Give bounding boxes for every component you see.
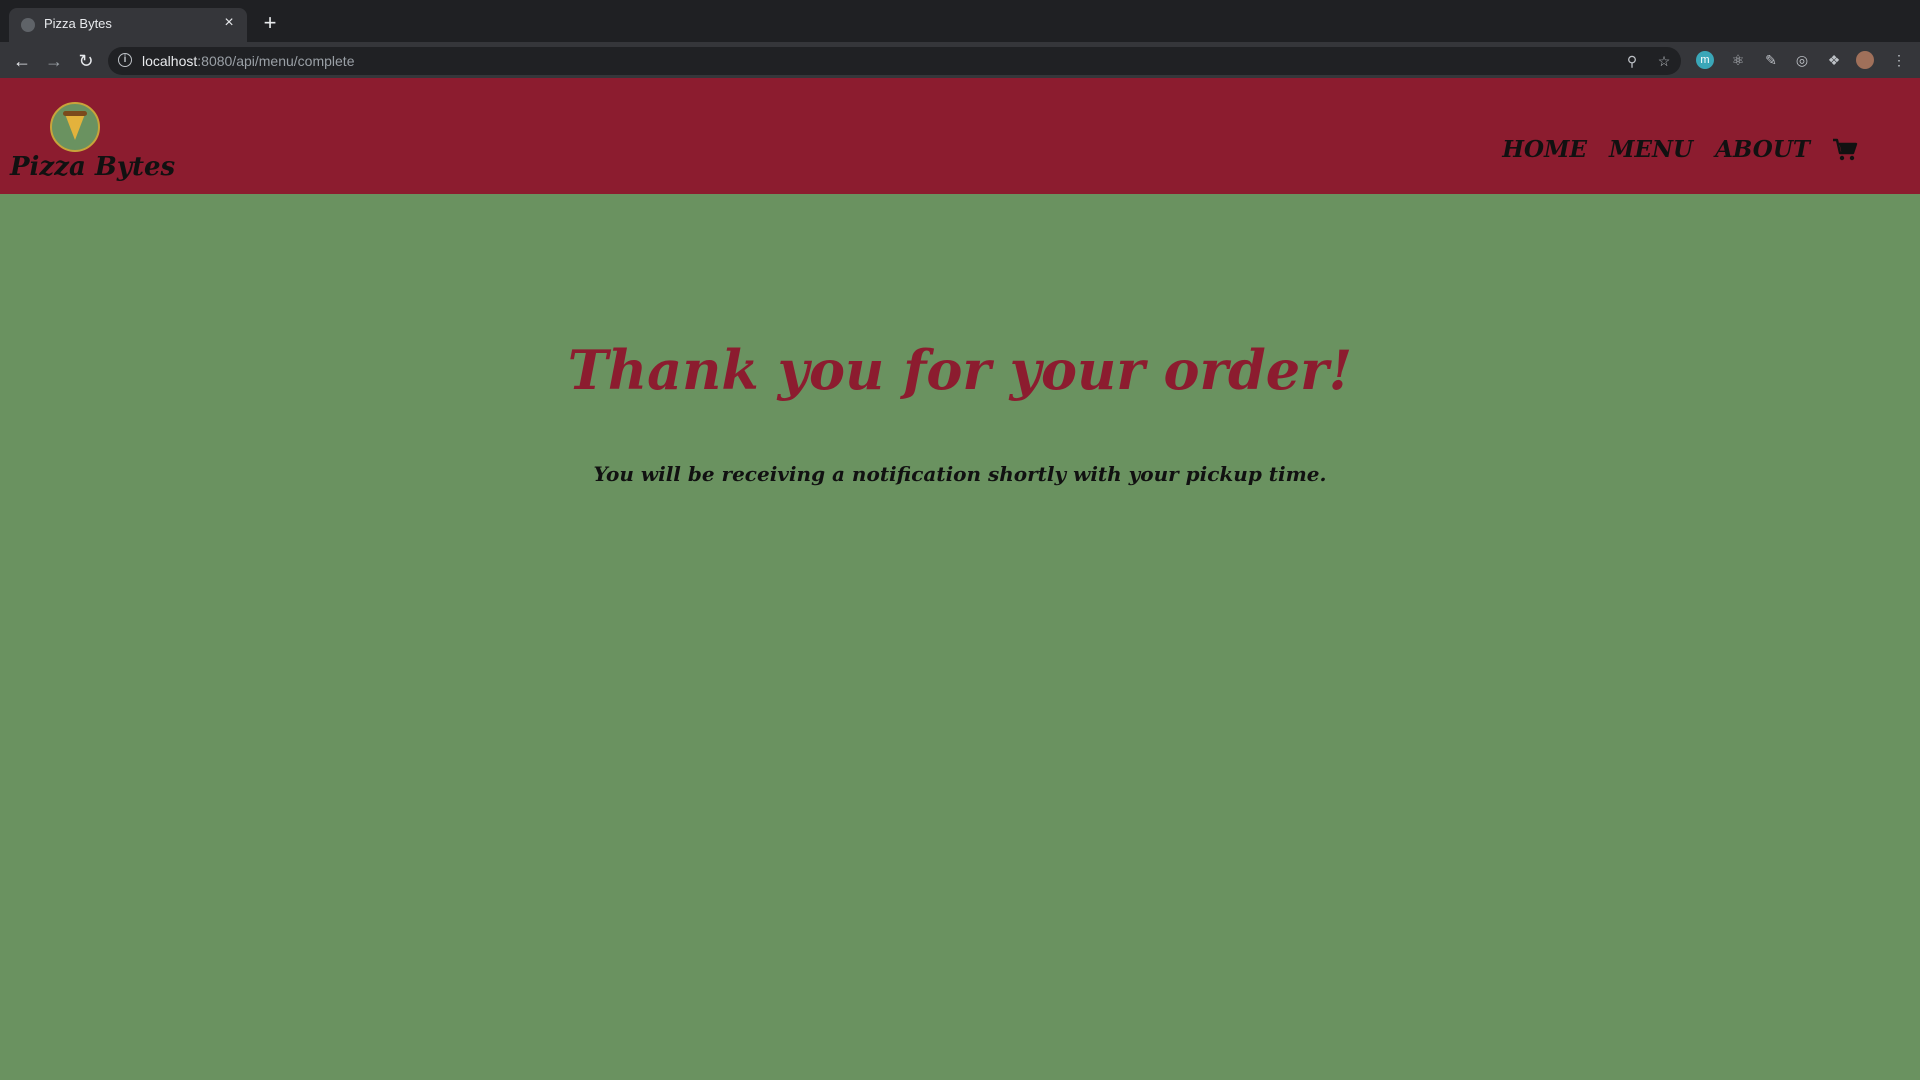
- nav-home-link[interactable]: HOME: [1502, 136, 1587, 163]
- reload-icon[interactable]: ↻: [74, 49, 98, 73]
- zoom-icon[interactable]: ⚲: [1623, 52, 1641, 70]
- back-icon[interactable]: ←: [10, 49, 34, 73]
- browser-tab[interactable]: Pizza Bytes ×: [9, 8, 247, 42]
- tab-close-icon[interactable]: ×: [219, 13, 239, 33]
- nav-about-link[interactable]: ABOUT: [1715, 136, 1810, 163]
- brand-name[interactable]: Pizza Bytes: [10, 152, 175, 182]
- new-tab-icon[interactable]: +: [258, 11, 282, 35]
- tab-title: Pizza Bytes: [44, 16, 112, 31]
- address-url[interactable]: localhost:8080/api/menu/complete: [142, 53, 354, 69]
- bookmark-star-icon[interactable]: ☆: [1655, 52, 1673, 70]
- info-icon[interactable]: i: [118, 53, 132, 67]
- cart-icon[interactable]: [1832, 138, 1858, 162]
- extension-pen-icon[interactable]: ✎: [1762, 51, 1780, 69]
- menu-kebab-icon[interactable]: ⋮: [1890, 51, 1908, 69]
- site-header: Pizza Bytes HOME MENU ABOUT: [0, 78, 1920, 194]
- address-bar[interactable]: i localhost:8080/api/menu/complete ⚲ ☆: [108, 47, 1681, 75]
- extension-m-icon[interactable]: m: [1696, 51, 1714, 69]
- extensions-puzzle-icon[interactable]: ❖: [1825, 51, 1843, 69]
- pickup-notification-message: You will be receiving a notification sho…: [593, 462, 1327, 486]
- pizza-logo-icon[interactable]: [50, 102, 100, 152]
- tab-favicon-icon: [21, 18, 35, 32]
- nav-menu-link[interactable]: MENU: [1609, 136, 1693, 163]
- site-nav: HOME MENU ABOUT: [1502, 136, 1858, 163]
- extension-react-icon[interactable]: ⚛: [1729, 51, 1747, 69]
- profile-avatar[interactable]: [1856, 51, 1874, 69]
- extension-target-icon[interactable]: ◎: [1793, 51, 1811, 69]
- order-confirmation-title: Thank you for your order!: [567, 338, 1353, 402]
- browser-toolbar: ← → ↻ i localhost:8080/api/menu/complete…: [0, 42, 1920, 78]
- browser-tabstrip: Pizza Bytes × +: [0, 0, 1920, 42]
- forward-icon[interactable]: →: [42, 49, 66, 73]
